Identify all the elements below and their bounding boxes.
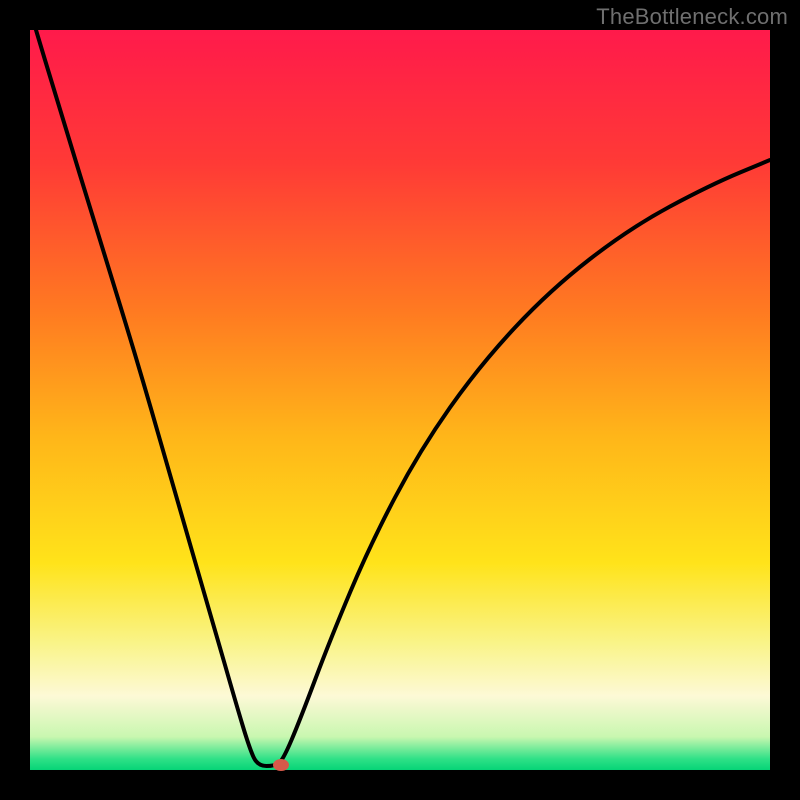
bottleneck-chart [0, 0, 800, 800]
chart-frame: TheBottleneck.com [0, 0, 800, 800]
optimum-marker [273, 759, 289, 771]
plot-area [30, 30, 770, 770]
attribution-text: TheBottleneck.com [596, 4, 788, 30]
